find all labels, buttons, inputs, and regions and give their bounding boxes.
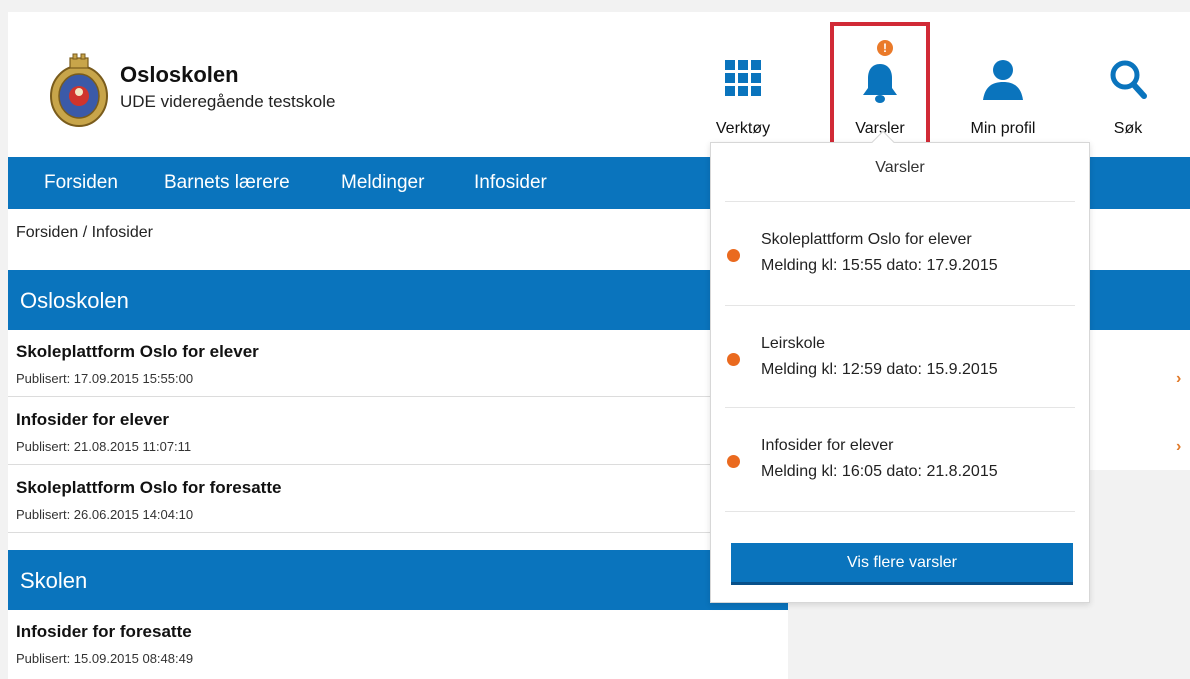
- user-icon: [981, 58, 1025, 105]
- notification-alert-badge: !: [877, 40, 893, 56]
- article-title[interactable]: Skoleplattform Oslo for elever: [16, 342, 259, 362]
- notification-meta: Melding kl: 15:55 dato: 17.9.2015: [761, 257, 998, 274]
- divider: [725, 407, 1075, 408]
- search-button[interactable]: Søk: [1100, 50, 1156, 140]
- section-title-skolen: Skolen: [8, 550, 788, 610]
- unread-dot-icon: [727, 455, 740, 468]
- article-published: Publisert: 15.09.2015 08:48:49: [16, 651, 194, 666]
- notification-item[interactable]: Infosider for elever Melding kl: 16:05 d…: [725, 409, 1077, 509]
- profile-button[interactable]: Min profil: [958, 50, 1048, 140]
- side-panel-header: [1088, 270, 1190, 330]
- chevron-right-icon[interactable]: ›: [1176, 438, 1181, 456]
- bell-icon: [860, 62, 900, 109]
- divider: [725, 511, 1075, 512]
- notification-title: Leirskole: [761, 335, 826, 352]
- tools-button[interactable]: Verktøy: [708, 50, 778, 140]
- org-title: Osloskolen: [120, 62, 239, 87]
- search-label: Søk: [1113, 120, 1143, 137]
- notifications-dropdown: Varsler Skoleplattform Oslo for elever M…: [710, 130, 1090, 603]
- oslo-seal-logo[interactable]: [48, 52, 110, 130]
- notification-item[interactable]: Skoleplattform Oslo for elever Melding k…: [725, 203, 1077, 303]
- nav-item-meldinger[interactable]: Meldinger: [341, 172, 424, 194]
- nav-item-infosider[interactable]: Infosider: [474, 172, 547, 194]
- chevron-right-icon[interactable]: ›: [1176, 370, 1181, 388]
- side-panel-body: › ›: [1088, 330, 1190, 470]
- notification-title: Infosider for elever: [761, 437, 894, 454]
- nav-item-forsiden[interactable]: Forsiden: [44, 172, 118, 194]
- divider: [725, 305, 1075, 306]
- article-item[interactable]: Skoleplattform Oslo for elever Publisert…: [8, 330, 788, 397]
- org-subtitle: UDE videregående testskole: [120, 92, 336, 111]
- notification-meta: Melding kl: 16:05 dato: 21.8.2015: [761, 463, 998, 480]
- tools-label: Verktøy: [715, 120, 771, 137]
- article-title[interactable]: Infosider for elever: [16, 410, 169, 430]
- article-published: Publisert: 26.06.2015 14:04:10: [16, 507, 194, 522]
- grid-icon: [725, 60, 761, 101]
- divider: [725, 201, 1075, 202]
- show-more-notifications-button[interactable]: Vis flere varsler: [731, 543, 1073, 585]
- site-header: Osloskolen UDE videregående testskole Ve…: [8, 12, 1190, 157]
- article-published: Publisert: 21.08.2015 11:07:11: [16, 439, 192, 454]
- article-item[interactable]: Infosider for elever Publisert: 21.08.20…: [8, 398, 788, 465]
- notification-item[interactable]: Leirskole Melding kl: 12:59 dato: 15.9.2…: [725, 307, 1077, 407]
- unread-dot-icon: [727, 249, 740, 262]
- article-published: Publisert: 17.09.2015 15:55:00: [16, 371, 194, 386]
- article-item[interactable]: Skoleplattform Oslo for foresatte Publis…: [8, 466, 788, 533]
- page: Osloskolen UDE videregående testskole Ve…: [8, 12, 1190, 679]
- section-title-osloskolen: Osloskolen: [8, 270, 788, 330]
- nav-item-barnets-laerere[interactable]: Barnets lærere: [164, 172, 290, 194]
- article-title[interactable]: Skoleplattform Oslo for foresatte: [16, 478, 281, 498]
- article-item[interactable]: Infosider for foresatte Publisert: 15.09…: [8, 610, 788, 677]
- notifications-title: Varsler: [875, 159, 925, 176]
- search-icon: [1108, 58, 1148, 105]
- notification-meta: Melding kl: 12:59 dato: 15.9.2015: [761, 361, 998, 378]
- article-title[interactable]: Infosider for foresatte: [16, 622, 192, 642]
- notification-title: Skoleplattform Oslo for elever: [761, 231, 972, 248]
- profile-label: Min profil: [970, 120, 1036, 137]
- breadcrumb: Forsiden / Infosider: [16, 224, 153, 241]
- unread-dot-icon: [727, 353, 740, 366]
